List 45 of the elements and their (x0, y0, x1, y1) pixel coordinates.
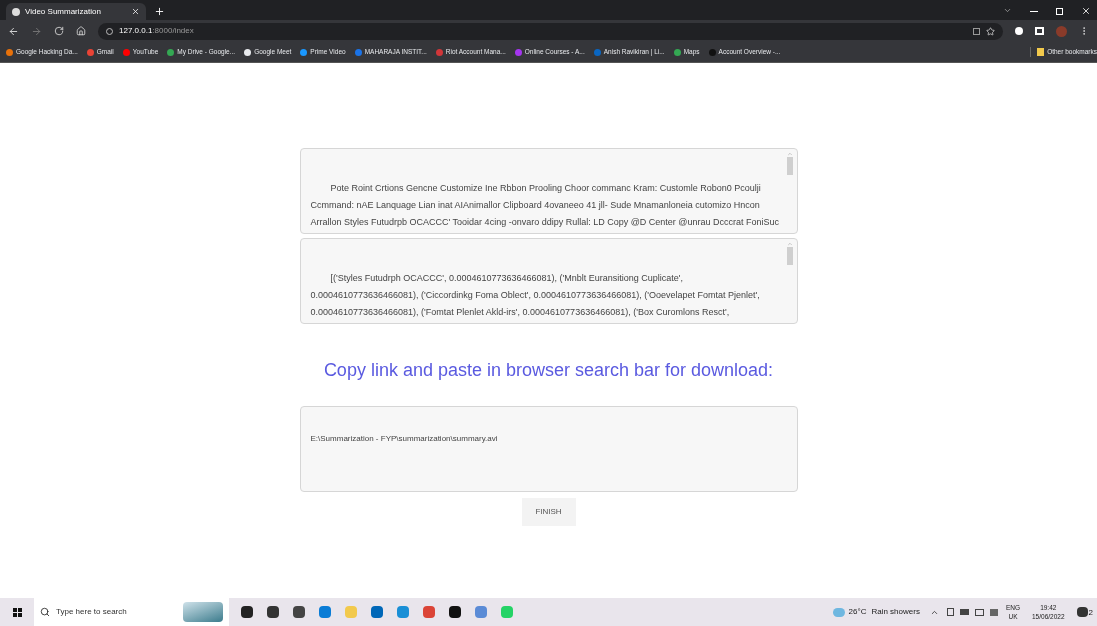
download-heading: Copy link and paste in browser search bar for download: (323, 359, 774, 382)
finish-button[interactable]: FINISH (521, 498, 576, 526)
scrollbar-thumb[interactable] (786, 157, 793, 175)
text-area[interactable] (299, 238, 798, 324)
address-bar[interactable]: 127.0.0.1:8000/index (98, 22, 1003, 40)
text-line: Pote Roint Crtions Gencne Customize Ine Rbbon Prooling Choor commanc Kram: Customle Robon0 Pcoulji (329, 182, 762, 195)
search-icon (40, 607, 50, 617)
site-icon (300, 48, 308, 56)
site-icon (435, 48, 443, 56)
back-icon[interactable] (8, 25, 19, 37)
weather-temperature: 26°C (848, 606, 867, 618)
url-text: 127.0.0.1:8000/index (119, 25, 195, 37)
site-icon (6, 48, 13, 56)
site-icon (593, 48, 601, 56)
text-area[interactable] (299, 148, 798, 234)
new-tab-icon[interactable] (154, 6, 165, 17)
site-icon (673, 48, 681, 56)
site-icon (167, 48, 175, 56)
site-icon (354, 48, 362, 56)
link-path: E:\Summarization - FYP\summarization\summary.avi (310, 434, 498, 443)
text-line: 0.0004610773636466081), ('Fomtat Plenlet Akld-irs', 0.0004610773636466081), ('Box Curomlons Resct', (310, 306, 731, 319)
text-line: Arrallon Styles Futudrpb OCACCC' Tooidar 4cing -onvaro ddipy Rullal: LD Copy @D Center @unrau Dcccrat FoniSuc (310, 216, 781, 229)
taskbar-search-field[interactable]: Type here to search (34, 598, 229, 626)
text-line: Ccmmand: nAE Lanquage Lian inat AIAnimallor Clipboard 4ovaneeo 41 jll- Sude Mnamanloneia cutomizo Hncon (310, 199, 761, 212)
site-icon (122, 48, 130, 56)
text-line: 0.0004610773636466081), ('Ciccordinkg Foma Oblect', 0.0004610773636466081), ('Ooevelapet Fomtat Pjenlet', (310, 289, 761, 302)
close-icon[interactable] (1081, 6, 1091, 16)
browser-tab[interactable]: Video Summarization (6, 3, 146, 20)
forward-icon[interactable] (31, 25, 42, 37)
site-icon (86, 48, 94, 56)
site-icon (514, 48, 522, 56)
site-icon (244, 48, 252, 56)
link-field[interactable]: E:\Summarization - FYP\summarization\summary.avi (299, 406, 798, 492)
star-icon[interactable] (986, 26, 995, 36)
restore-icon[interactable] (1056, 8, 1063, 15)
chevron-icon[interactable] (1003, 6, 1012, 15)
side-panel-icon[interactable] (1035, 27, 1044, 35)
text-line: [('Styles Futudrph OCACCC', 0.0004610773636466081), ('Mnblt Euransitiong Cuplicate', (329, 272, 685, 285)
close-icon[interactable] (131, 7, 140, 16)
home-icon[interactable] (76, 26, 86, 36)
reload-icon[interactable] (54, 26, 64, 36)
site-icon (708, 48, 716, 56)
weather-text: Rain showers (871, 606, 920, 618)
scrollbar-thumb[interactable] (786, 247, 793, 265)
notification-count: 2 (1088, 609, 1093, 617)
